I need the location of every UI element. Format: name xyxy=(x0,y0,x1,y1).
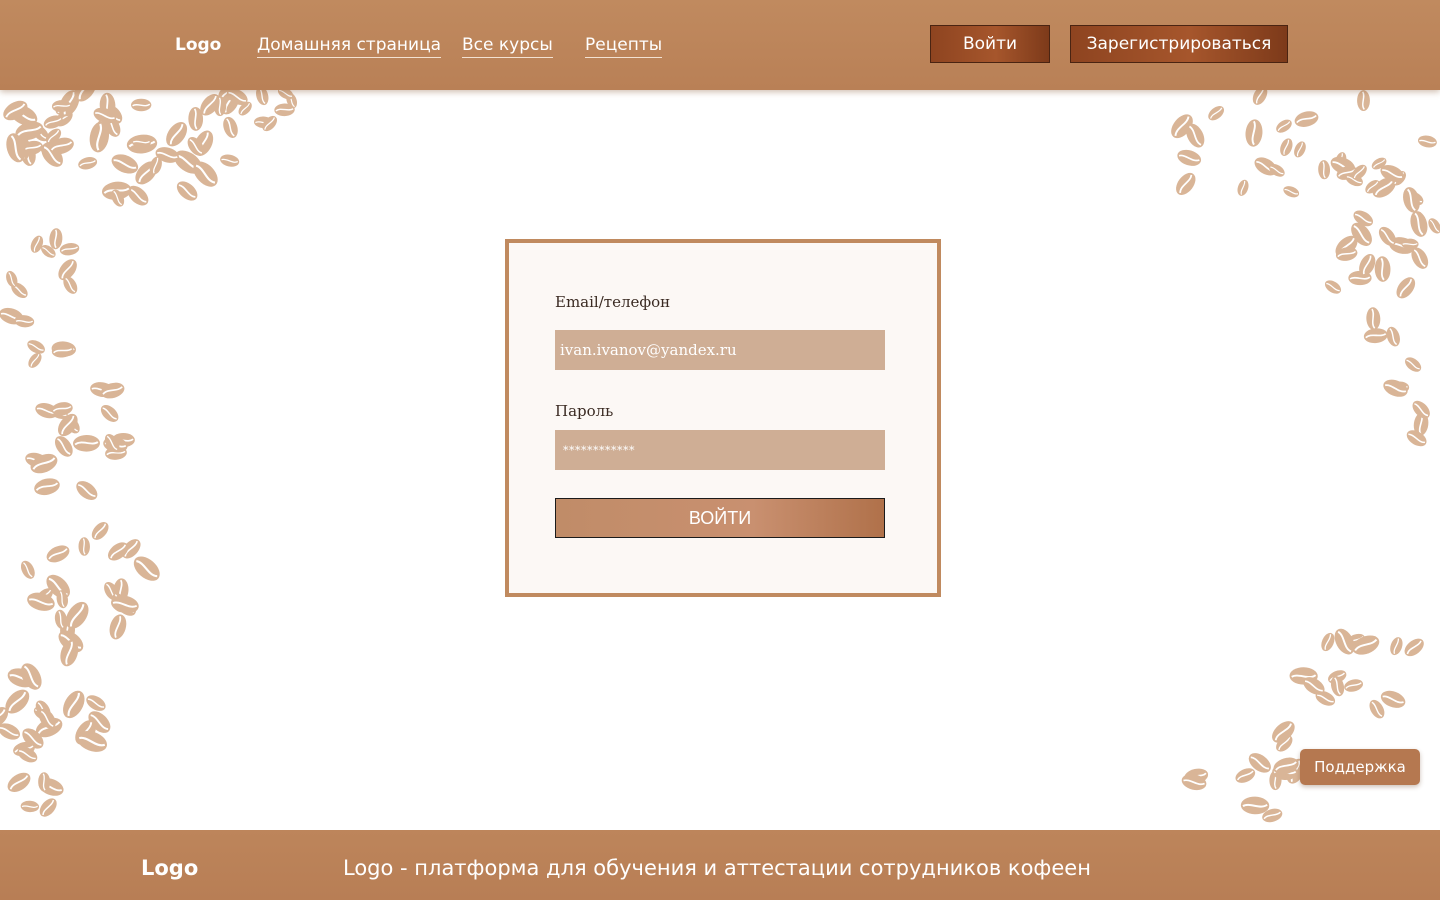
coffee-bean-icon xyxy=(0,723,21,740)
coffee-bean-icon xyxy=(1276,119,1292,133)
coffee-bean-icon xyxy=(1321,632,1335,652)
nav-link-courses[interactable]: Все курсы xyxy=(462,35,553,58)
page: Logo Домашняя страница Все курсы Рецепты… xyxy=(0,0,1440,900)
coffee-bean-icon xyxy=(1383,379,1408,397)
coffee-bean-icon xyxy=(1237,179,1249,196)
coffee-bean-icon xyxy=(39,798,57,817)
coffee-bean-icon xyxy=(1374,256,1391,282)
login-card: Email/телефон ivan.ivanov@yandex.ru Паро… xyxy=(505,239,941,597)
login-button[interactable]: Войти xyxy=(930,25,1050,63)
coffee-bean-icon xyxy=(1417,135,1437,148)
coffee-bean-icon xyxy=(131,98,152,112)
password-label: Пароль xyxy=(555,402,614,420)
footer-tagline: Logo - платформа для обучения и аттестац… xyxy=(343,856,1091,880)
coffee-bean-icon xyxy=(111,154,139,174)
coffee-bean-icon xyxy=(20,560,35,579)
coffee-bean-icon xyxy=(100,404,119,422)
footer-logo[interactable]: Logo xyxy=(141,856,198,880)
coffee-bean-icon xyxy=(78,157,98,170)
coffee-bean-icon xyxy=(1344,679,1364,692)
coffee-bean-icon xyxy=(1366,307,1381,330)
coffee-bean-icon xyxy=(1176,172,1196,195)
header-logo[interactable]: Logo xyxy=(175,35,221,55)
coffee-bean-icon xyxy=(63,690,85,719)
coffee-bean-icon xyxy=(1403,187,1420,213)
coffee-bean-icon xyxy=(1363,328,1388,344)
coffee-bean-icon xyxy=(59,243,80,256)
coffee-bean-icon xyxy=(1294,141,1306,158)
coffee-bean-icon xyxy=(1410,211,1428,237)
coffee-bean-icon xyxy=(1390,637,1403,656)
coffee-bean-icon xyxy=(20,800,40,813)
coffee-bean-icon xyxy=(223,116,238,138)
submit-login-button[interactable]: ВОЙТИ xyxy=(555,498,885,538)
coffee-bean-icon xyxy=(76,481,98,500)
coffee-bean-icon xyxy=(73,435,100,452)
password-field[interactable]: ************ xyxy=(555,430,885,470)
email-label: Email/телефон xyxy=(555,293,671,311)
coffee-bean-icon xyxy=(1235,768,1256,783)
coffee-bean-icon xyxy=(49,228,63,250)
coffee-bean-icon xyxy=(1294,111,1319,127)
nav-link-recipes[interactable]: Рецепты xyxy=(585,35,663,58)
coffee-bean-icon xyxy=(1396,277,1416,299)
coffee-bean-icon xyxy=(1318,160,1331,180)
coffee-bean-icon xyxy=(1240,796,1270,815)
footer: Logo Logo - платформа для обучения и атт… xyxy=(0,830,1440,900)
header: Logo Домашняя страница Все курсы Рецепты… xyxy=(0,0,1440,90)
coffee-bean-icon xyxy=(220,154,240,167)
nav-link-home[interactable]: Домашняя страница xyxy=(257,35,442,58)
coffee-bean-icon xyxy=(1208,106,1225,121)
coffee-bean-icon xyxy=(34,478,60,496)
coffee-bean-icon xyxy=(1283,186,1300,198)
coffee-bean-icon xyxy=(1324,280,1342,294)
coffee-bean-icon xyxy=(78,537,90,556)
coffee-bean-icon xyxy=(46,545,70,563)
coffee-bean-icon xyxy=(7,772,31,793)
coffee-bean-icon xyxy=(1357,90,1370,112)
coffee-bean-icon xyxy=(1404,638,1424,657)
coffee-bean-icon xyxy=(86,695,106,711)
coffee-bean-icon xyxy=(91,522,109,540)
support-button[interactable]: Поддержка xyxy=(1300,749,1420,785)
register-button[interactable]: Зарегистрироваться xyxy=(1070,25,1288,63)
coffee-bean-icon xyxy=(1428,218,1440,234)
coffee-bean-icon xyxy=(1177,149,1202,166)
coffee-bean-icon xyxy=(166,121,188,147)
coffee-bean-icon xyxy=(109,614,127,640)
email-field[interactable]: ivan.ivanov@yandex.ru xyxy=(555,330,885,370)
coffee-bean-icon xyxy=(1280,138,1293,156)
coffee-bean-icon xyxy=(133,556,160,581)
coffee-bean-icon xyxy=(176,181,198,201)
coffee-bean-icon xyxy=(1405,357,1422,372)
coffee-bean-icon xyxy=(1245,119,1263,147)
